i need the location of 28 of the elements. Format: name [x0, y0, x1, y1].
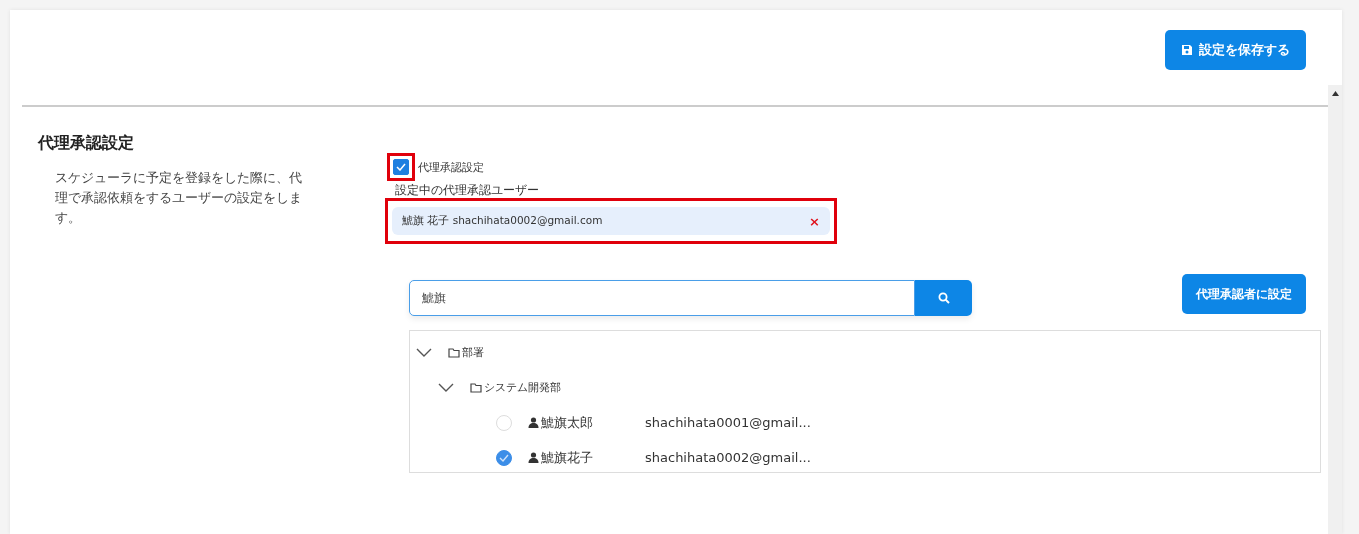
- check-icon: [499, 453, 509, 462]
- user-name: 鯱旗花子: [541, 448, 594, 467]
- person-icon: [528, 417, 539, 428]
- folder-icon: [448, 347, 460, 358]
- chevron-down-icon[interactable]: [438, 382, 454, 393]
- search-icon: [937, 292, 950, 304]
- up-arrow-icon[interactable]: [1331, 91, 1339, 96]
- save-settings-button[interactable]: 設定を保存する: [1165, 30, 1306, 70]
- user-name: 鯱旗太郎: [541, 413, 594, 432]
- chevron-down-icon[interactable]: [416, 347, 432, 358]
- section-title: 代理承認設定: [38, 133, 135, 154]
- folder-icon: [470, 382, 482, 393]
- search-field[interactable]: 鯱旗: [409, 280, 915, 316]
- section-description: スケジューラに予定を登録をした際に、代理で承認依頼をするユーザーの設定をします。: [55, 169, 303, 227]
- remove-button[interactable]: ×: [809, 213, 820, 229]
- tree-folder-label[interactable]: 部署: [462, 345, 484, 360]
- user-email: shachihata0002@gmail...: [645, 450, 811, 465]
- check-icon: [396, 163, 406, 171]
- field-label: 設定中の代理承認ユーザー: [395, 183, 540, 198]
- tree-folder-label[interactable]: システム開発部: [484, 380, 561, 395]
- checkbox-label: 代理承認設定: [418, 159, 484, 175]
- checkbox[interactable]: [393, 159, 409, 175]
- person-icon: [528, 452, 539, 463]
- radio-button[interactable]: [496, 449, 512, 466]
- user-email: shachihata0001@gmail...: [645, 415, 811, 430]
- chip-text: 鯱旗 花子 shachihata0002@gmail.com: [402, 214, 603, 228]
- search-button[interactable]: [915, 280, 972, 316]
- assign-proxy-button[interactable]: 代理承認者に設定: [1182, 274, 1306, 314]
